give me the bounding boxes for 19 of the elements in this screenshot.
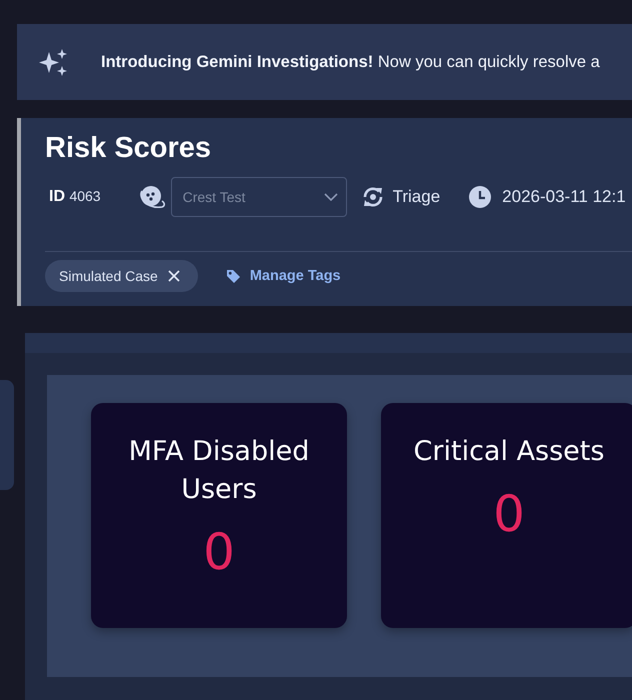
planet-icon <box>138 183 166 211</box>
clock-icon <box>468 185 492 209</box>
metric-value: 0 <box>493 485 525 543</box>
stage-label: Triage <box>392 187 440 207</box>
case-id: ID 4063 <box>49 188 101 206</box>
announcement-text: Introducing Gemini Investigations! Now you can quickly resolve a <box>101 52 600 72</box>
manage-tags-link[interactable]: Manage Tags <box>226 268 341 284</box>
tag-label: Simulated Case <box>59 268 158 284</box>
sparkle-icon <box>39 47 69 77</box>
chevron-down-icon <box>324 193 338 201</box>
assignee-select[interactable]: Crest Test <box>170 177 347 217</box>
metric-title: MFA Disabled Users <box>128 435 310 507</box>
case-title: Risk Scores <box>45 132 212 165</box>
metric-value: 0 <box>203 523 235 581</box>
tag-icon <box>226 268 241 284</box>
close-icon[interactable] <box>168 270 180 282</box>
sync-icon <box>360 185 385 209</box>
timestamp: 2026-03-11 12:1 <box>502 187 626 207</box>
metric-title: Critical Assets <box>412 435 606 469</box>
